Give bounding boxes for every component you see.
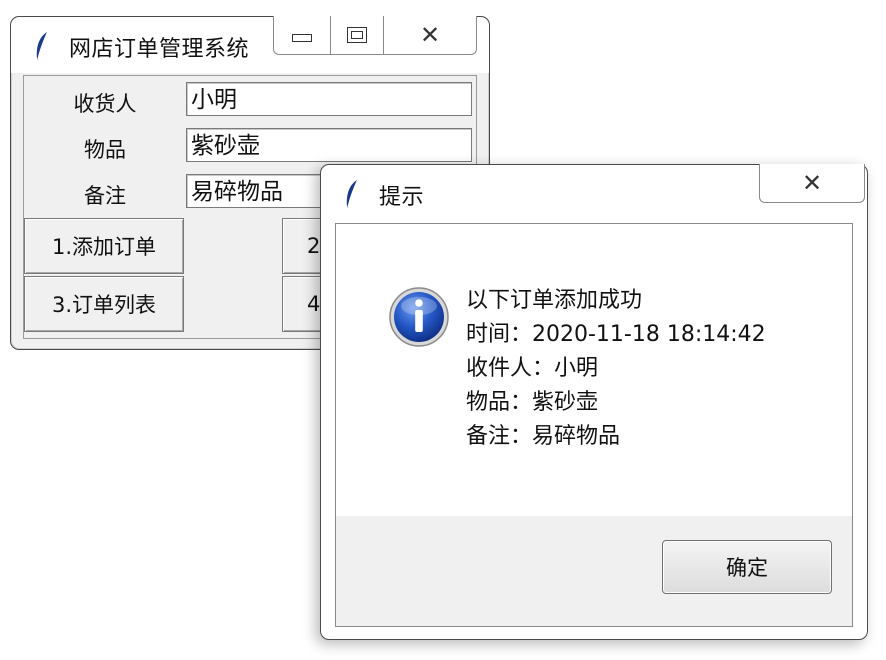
info-icon (389, 287, 449, 347)
main-title-bar[interactable]: 网店订单管理系统 ✕ (11, 16, 489, 73)
info-dialog: 提示 ✕ 以下订单添加成功 时间：2020-11-18 18:14:42 收件人… (320, 164, 868, 640)
main-window-title: 网店订单管理系统 (69, 37, 250, 62)
receiver-input[interactable]: 小明 (186, 82, 472, 116)
maximize-button[interactable] (331, 16, 384, 54)
maximize-icon (347, 27, 367, 43)
order-list-button[interactable]: 3.订单列表 (24, 276, 184, 332)
dialog-title: 提示 (379, 185, 425, 210)
dialog-close-button[interactable]: ✕ (760, 164, 864, 202)
message-line: 物品：紫砂壶 (466, 390, 599, 415)
close-icon: ✕ (419, 21, 441, 49)
receiver-label: 收货人 (73, 92, 137, 116)
close-button[interactable]: ✕ (384, 16, 476, 54)
dialog-message-area: 以下订单添加成功 时间：2020-11-18 18:14:42 收件人：小明 物… (336, 224, 852, 516)
window-controls: ✕ (273, 16, 477, 55)
ok-button[interactable]: 确定 (662, 540, 832, 594)
message-line: 备注：易碎物品 (466, 424, 621, 449)
message-line: 时间：2020-11-18 18:14:42 (466, 322, 766, 347)
dialog-body: 以下订单添加成功 时间：2020-11-18 18:14:42 收件人：小明 物… (335, 223, 853, 627)
message-line: 以下订单添加成功 (466, 288, 643, 313)
item-label: 物品 (84, 138, 126, 162)
message-line: 收件人：小明 (466, 356, 599, 381)
minimize-icon (292, 34, 312, 42)
feather-icon (346, 180, 358, 208)
dialog-message: 以下订单添加成功 时间：2020-11-18 18:14:42 收件人：小明 物… (466, 284, 766, 454)
dialog-footer: 确定 (336, 516, 852, 626)
item-input[interactable]: 紫砂壶 (186, 128, 472, 162)
note-label: 备注 (84, 184, 126, 208)
dialog-window-controls: ✕ (759, 164, 865, 203)
minimize-button[interactable] (274, 16, 331, 54)
feather-icon (36, 32, 48, 60)
close-icon: ✕ (801, 169, 823, 197)
add-order-button[interactable]: 1.添加订单 (24, 218, 184, 274)
